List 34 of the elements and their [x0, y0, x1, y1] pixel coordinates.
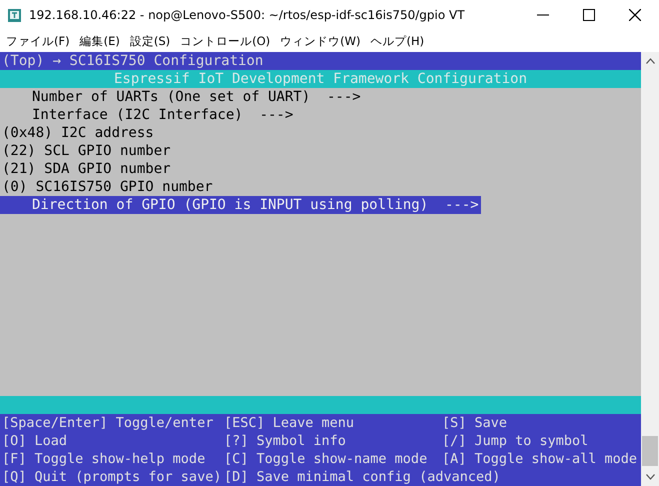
key-hint: [S] Save [442, 414, 508, 432]
header-bar: Espressif IoT Development Framework Configuration [0, 70, 641, 88]
key-hint: [A] Toggle show-all mode [442, 450, 638, 468]
scrollbar[interactable] [641, 52, 659, 486]
scroll-down-icon[interactable] [646, 474, 654, 480]
option-entry[interactable]: (22) SCL GPIO number [0, 142, 173, 160]
terminal-icon [8, 8, 21, 22]
submenu-entry[interactable]: Interface (I2C Interface) ---> [0, 106, 296, 124]
key-hint: [ESC] Leave menu [224, 414, 356, 432]
key-hint: [C] Toggle show-name mode [224, 450, 428, 468]
key-hint: [Space/Enter] Toggle/enter [2, 414, 214, 432]
close-icon[interactable] [629, 9, 641, 21]
key-hint: [/] Jump to symbol [442, 432, 590, 450]
menu-item[interactable]: ウィンドウ(W) [280, 34, 361, 48]
key-hint: [?] Symbol info [224, 432, 347, 450]
submenu-entry[interactable]: Direction of GPIO (GPIO is INPUT using polling) ---> [0, 196, 481, 214]
menu-item[interactable]: 設定(S) [130, 34, 170, 48]
key-hint: [O] Load [2, 432, 68, 450]
option-entry[interactable]: (0x48) I2C address [0, 124, 156, 142]
menu-item[interactable]: ファイル(F) [6, 34, 70, 48]
scroll-thumb[interactable] [642, 436, 658, 466]
menu-item[interactable]: 編集(E) [80, 34, 120, 48]
option-entry[interactable]: (0) SC16IS750 GPIO number [0, 178, 215, 196]
key-hint: [Q] Quit (prompts for save) [2, 468, 222, 486]
breadcrumb-bar: (Top) → SC16IS750 Configuration [0, 52, 641, 70]
maximize-icon[interactable] [583, 9, 595, 21]
scroll-up-icon[interactable] [646, 58, 654, 64]
key-hint: [F] Toggle show-help mode [2, 450, 206, 468]
key-hint: [D] Save minimal config (advanced) [224, 468, 502, 486]
submenu-entry[interactable]: Number of UARTs (One set of UART) ---> [0, 88, 363, 106]
menu-item[interactable]: ヘルプ(H) [370, 34, 424, 48]
window-title: 192.168.10.46:22 - nop@Lenovo-S500: ~/rtos/esp-idf-sc16is750/gpio VT [29, 8, 466, 22]
menu-item[interactable]: コントロール(O) [180, 34, 270, 48]
option-entry[interactable]: (21) SDA GPIO number [0, 160, 173, 178]
